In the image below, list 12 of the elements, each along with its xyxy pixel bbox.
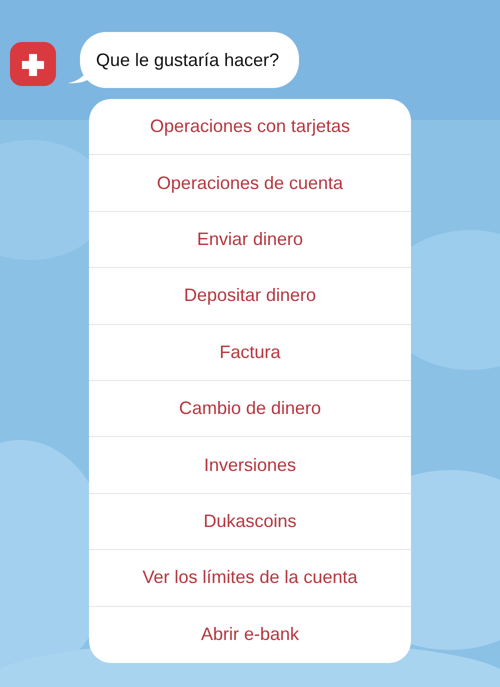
option-button[interactable]: Ver los límites de la cuenta (89, 550, 411, 607)
option-button[interactable]: Factura (89, 324, 411, 381)
option-button[interactable]: Operaciones de cuenta (89, 155, 411, 212)
option-button[interactable]: Enviar dinero (89, 212, 411, 268)
option-button[interactable]: Dukascoins (89, 494, 411, 550)
option-button[interactable]: Depositar dinero (89, 268, 411, 325)
option-button[interactable]: Inversiones (89, 437, 411, 494)
option-button[interactable]: Operaciones con tarjetas (89, 99, 411, 156)
option-button[interactable]: Abrir e-bank (89, 606, 411, 663)
chat-bubble: Que le gustaría hacer? (80, 32, 300, 88)
cross-icon (10, 42, 56, 86)
option-button[interactable]: Cambio de dinero (89, 380, 411, 438)
